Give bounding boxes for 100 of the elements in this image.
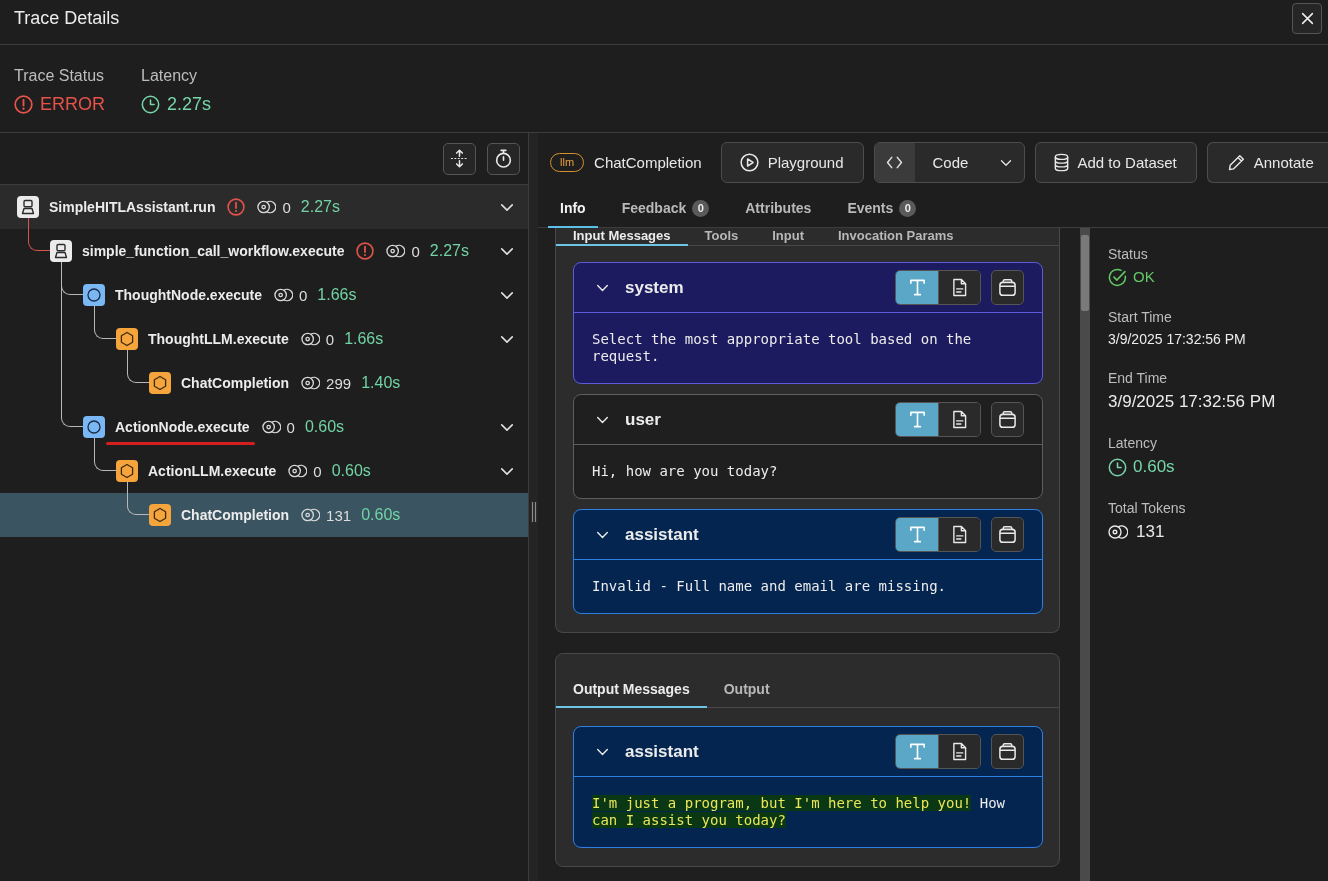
chevron-down-icon[interactable] xyxy=(596,530,609,539)
document-icon xyxy=(952,525,967,544)
message-role: user xyxy=(625,409,661,430)
message-text: Select the most appropriate tool based on the request. xyxy=(592,331,973,365)
clock-icon xyxy=(1108,457,1127,477)
token-count: 0 xyxy=(325,330,335,348)
field-value: 3/9/2025 17:32:56 PM xyxy=(1108,391,1276,413)
count-badge: 0 xyxy=(692,199,710,217)
add-to-dataset-button[interactable]: Add to Dataset xyxy=(1034,142,1197,183)
field-value: 0.60s xyxy=(1133,456,1175,478)
latency-value: 2.27s xyxy=(300,198,340,216)
field-value: 2.27s xyxy=(167,93,212,116)
clipboard-icon xyxy=(998,278,1017,297)
tree-row[interactable]: ThoughtNode.execute 0 1.66s xyxy=(0,273,528,317)
text-format-icon xyxy=(907,742,927,761)
node-name: ChatCompletion xyxy=(181,375,290,391)
latency-value: 2.27s xyxy=(429,242,469,260)
chevron-down-icon[interactable] xyxy=(500,290,514,300)
count-badge: 0 xyxy=(899,199,917,217)
dialog-title: Trace Details xyxy=(14,7,120,29)
token-count: 0 xyxy=(286,418,295,436)
chevron-down-icon[interactable] xyxy=(596,415,609,424)
chevron-down-icon xyxy=(999,158,1012,167)
chevron-down-icon[interactable] xyxy=(500,466,514,476)
tree-row[interactable]: ChatCompletion 299 1.40s xyxy=(0,361,528,405)
clipboard-icon xyxy=(998,742,1017,761)
document-view-button[interactable] xyxy=(938,271,980,304)
scrollbar[interactable] xyxy=(1080,228,1090,881)
panel-tab[interactable]: Invocation Params xyxy=(821,228,971,246)
tree-connector xyxy=(127,482,149,515)
node-name: ChatCompletion xyxy=(181,507,290,523)
tree-row[interactable]: ActionLLM.execute 0 0.60s xyxy=(0,449,528,493)
tab[interactable]: Events 0 xyxy=(835,190,929,228)
tree-row[interactable]: ChatCompletion 131 0.60s xyxy=(0,493,528,537)
chevron-down-icon[interactable] xyxy=(596,747,609,756)
chevron-down-icon[interactable] xyxy=(596,283,609,292)
person-icon xyxy=(17,196,39,218)
tokens-icon xyxy=(261,420,281,434)
field-value: 131 xyxy=(1136,521,1165,543)
latency-value: 0.60s xyxy=(304,418,345,436)
text-format-icon xyxy=(907,278,927,297)
message-text: Invalid - Full name and email are missing. xyxy=(592,578,947,595)
message-text: Hi, how are you today? xyxy=(592,463,779,480)
tree-row[interactable]: SimpleHITLAssistant.run 0 2.27s xyxy=(0,185,528,229)
panel-tab[interactable]: Output xyxy=(706,671,787,708)
chevron-down-icon[interactable] xyxy=(500,422,514,432)
clipboard-icon xyxy=(998,410,1017,429)
copy-button[interactable] xyxy=(991,734,1024,769)
tab[interactable]: Feedback 0 xyxy=(609,190,722,228)
message-role: system xyxy=(625,277,684,298)
panel-tab[interactable]: Output Messages xyxy=(556,671,707,708)
token-count: 0 xyxy=(313,462,322,480)
field-value: OK xyxy=(1133,267,1155,287)
resize-handle[interactable] xyxy=(528,133,538,881)
node-name: simple_function_call_workflow.execute xyxy=(82,243,345,259)
field-value: ERROR xyxy=(40,93,105,116)
token-count: 0 xyxy=(282,198,291,216)
close-button[interactable] xyxy=(1292,2,1322,34)
grip-icon xyxy=(530,501,537,523)
document-icon xyxy=(952,278,967,297)
scrollbar-thumb[interactable] xyxy=(1081,235,1089,311)
panel-tab[interactable]: Input xyxy=(755,228,821,246)
document-icon xyxy=(952,742,967,761)
document-view-button[interactable] xyxy=(938,735,980,768)
person-icon xyxy=(50,240,72,262)
clock-icon xyxy=(141,94,160,114)
playground-button[interactable]: Playground xyxy=(720,142,864,183)
database-icon xyxy=(1053,153,1069,172)
annotate-button[interactable]: Annotate xyxy=(1206,142,1328,183)
tree-row[interactable]: ActionNode.execute 0 0.60s xyxy=(0,405,528,449)
text-format-icon xyxy=(907,525,927,544)
copy-button[interactable] xyxy=(991,402,1024,437)
tree-row[interactable]: ThoughtLLM.execute 0 1.66s xyxy=(0,317,528,361)
tree-row[interactable]: simple_function_call_workflow.execute 0 2.27s xyxy=(0,229,528,273)
tab[interactable]: Attributes xyxy=(733,190,824,228)
panel-tab[interactable]: Tools xyxy=(687,228,756,246)
code-dropdown[interactable]: Code xyxy=(873,142,1025,183)
play-circle-icon xyxy=(739,153,759,172)
document-view-button[interactable] xyxy=(938,403,980,436)
node-name: ThoughtLLM.execute xyxy=(148,331,289,347)
chevron-down-icon[interactable] xyxy=(500,334,514,344)
timer-button[interactable] xyxy=(487,142,520,175)
latency-value: 1.66s xyxy=(344,330,384,348)
check-circle-icon xyxy=(1108,267,1127,287)
tree-connector xyxy=(94,438,116,471)
chevron-down-icon[interactable] xyxy=(500,202,514,212)
tokens-icon xyxy=(301,376,321,390)
span-title: ChatCompletion xyxy=(594,154,702,171)
panel-tab[interactable]: Input Messages xyxy=(556,228,688,246)
latency-value: 0.60s xyxy=(331,462,371,480)
document-view-button[interactable] xyxy=(938,518,980,551)
node-name: ActionLLM.execute xyxy=(148,463,277,479)
copy-button[interactable] xyxy=(991,517,1024,552)
node-name: ThoughtNode.execute xyxy=(115,287,262,303)
expand-collapse-button[interactable] xyxy=(443,142,476,175)
clipboard-icon xyxy=(998,525,1017,544)
tokens-icon xyxy=(1108,525,1128,539)
field-label: Latency xyxy=(141,67,199,85)
chevron-down-icon[interactable] xyxy=(500,246,514,256)
copy-button[interactable] xyxy=(991,270,1024,305)
